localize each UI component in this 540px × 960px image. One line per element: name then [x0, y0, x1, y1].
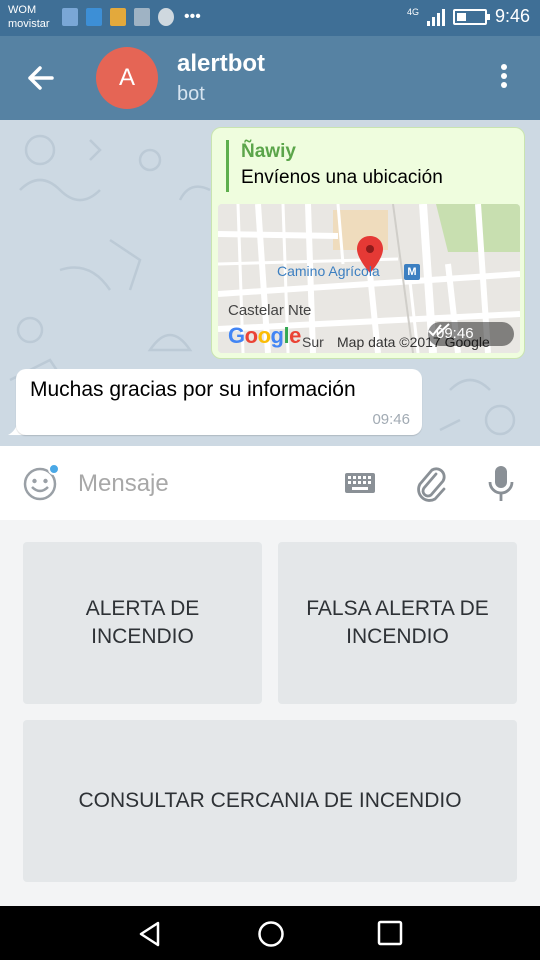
carrier-line1: WOM — [8, 4, 37, 16]
google-logo: Google — [228, 323, 301, 348]
status-time: 9:46 — [494, 6, 530, 26]
notification-icons: ••• — [62, 8, 201, 26]
network-type: 4G — [406, 6, 419, 17]
check-fire-nearby-button[interactable]: CONSULTAR CERCANIA DE INCENDIO — [23, 720, 517, 882]
contact-notification-icon — [158, 8, 174, 26]
map-street-label: Castelar Nte — [228, 302, 312, 319]
chat-title[interactable]: alertbot — [177, 50, 265, 78]
reply-quoted-text: Envíenos una ubicación — [241, 167, 443, 188]
message-list[interactable]: Ñawiy Envíenos una ubicación Camino Agrí… — [0, 120, 540, 446]
message-time-badge: 09:46 — [428, 322, 514, 346]
notification-app-icon — [62, 8, 78, 26]
triangle-back-icon[interactable] — [136, 920, 164, 948]
more-notifications-icon: ••• — [184, 8, 201, 25]
read-checkmarks-icon — [428, 323, 450, 337]
incoming-message-time: 09:46 — [372, 411, 410, 428]
bot-reply-keyboard: ALERTA DE INCENDIO FALSA ALERTA DE INCEN… — [0, 520, 540, 906]
compose-bar — [0, 446, 540, 520]
map-area-label: Sur — [302, 334, 324, 350]
outgoing-location-message[interactable]: Ñawiy Envíenos una ubicación Camino Agrí… — [211, 127, 525, 359]
system-navigation-bar — [0, 906, 540, 960]
metro-station-icon: M — [404, 264, 420, 280]
notification-app-icon — [86, 8, 102, 26]
new-sticker-indicator — [48, 463, 60, 475]
paperclip-icon[interactable] — [414, 464, 448, 504]
reply-quote[interactable]: Ñawiy Envíenos una ubicación — [226, 140, 443, 192]
status-right: 4G 9:46 — [407, 6, 530, 27]
back-button[interactable] — [22, 60, 62, 96]
location-map-thumbnail[interactable]: Camino Agrícola M Castelar Nte Google Su… — [218, 204, 520, 353]
keyboard-icon[interactable] — [344, 472, 376, 494]
chat-header: A alertbot bot — [0, 36, 540, 120]
image-notification-icon — [134, 8, 150, 26]
microphone-icon[interactable] — [486, 464, 516, 504]
signal-icon — [426, 8, 445, 26]
incoming-message[interactable]: Muchas gracias por su información 09:46 — [16, 369, 422, 435]
false-alert-button[interactable]: FALSA ALERTA DE INCENDIO — [278, 542, 517, 704]
reply-sender-name: Ñawiy — [241, 141, 296, 162]
alert-fire-button[interactable]: ALERTA DE INCENDIO — [23, 542, 262, 704]
status-bar: WOM movistar ••• 4G 9:46 — [0, 0, 540, 36]
carrier-label: WOM movistar — [8, 3, 50, 31]
avatar[interactable]: A — [96, 47, 158, 109]
battery-icon — [452, 8, 490, 25]
message-input[interactable] — [78, 468, 318, 500]
notification-app-icon — [110, 8, 126, 26]
more-vertical-icon — [501, 64, 507, 70]
incoming-message-text: Muchas gracias por su información — [30, 378, 356, 401]
arrow-left-icon — [28, 66, 54, 90]
more-options-button[interactable] — [494, 64, 514, 94]
carrier-line2: movistar — [8, 18, 50, 30]
circle-home-icon[interactable] — [257, 920, 285, 948]
square-recents-icon[interactable] — [377, 920, 403, 946]
map-place-label: Camino Agrícola — [277, 263, 380, 279]
chat-subtitle: bot — [177, 83, 205, 105]
